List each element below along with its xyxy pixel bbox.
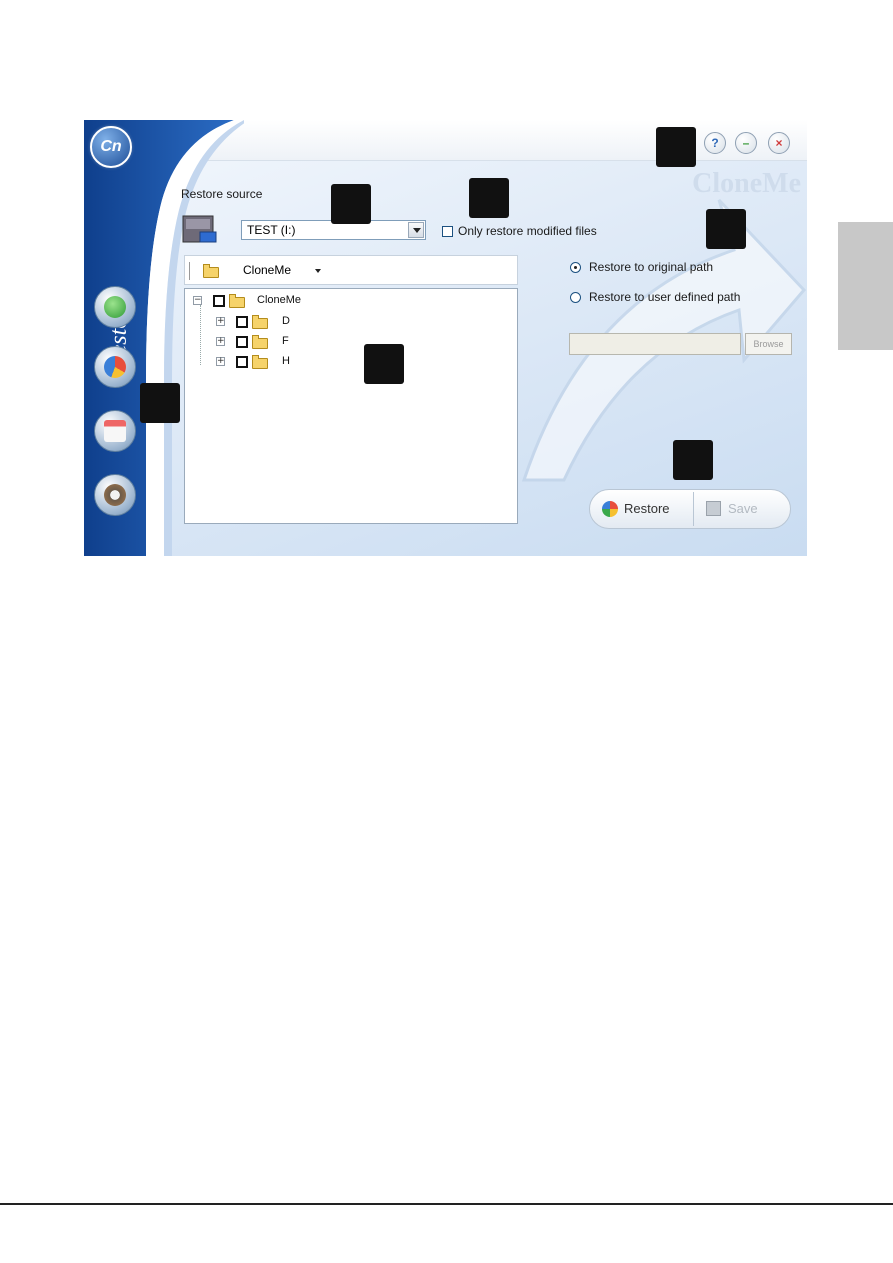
tree-checkbox[interactable] <box>236 316 248 328</box>
callout-marker <box>673 440 713 480</box>
button-divider <box>693 492 694 526</box>
settings-icon <box>104 484 126 506</box>
restore-source-label: Restore source <box>181 187 263 201</box>
save-button[interactable]: Save <box>696 493 786 525</box>
restore-button-label: Restore <box>624 501 670 516</box>
restore-icon <box>602 501 618 517</box>
help-button[interactable]: ? <box>704 132 726 154</box>
browse-button[interactable]: Browse <box>745 333 792 355</box>
schedule-icon <box>104 420 126 442</box>
only-modified-checkbox[interactable] <box>442 226 453 237</box>
drive-select-value: TEST (I:) <box>247 223 296 237</box>
minimize-button[interactable]: – <box>735 132 757 154</box>
current-folder-label: CloneMe <box>243 263 292 277</box>
callout-marker <box>331 184 371 224</box>
only-modified-label: Only restore modified files <box>458 224 597 238</box>
folder-icon <box>252 315 268 329</box>
save-button-label: Save <box>728 501 758 516</box>
chevron-down-icon[interactable] <box>408 222 424 238</box>
folder-icon <box>252 355 268 369</box>
folder-icon <box>229 294 245 308</box>
chevron-down-icon[interactable] <box>315 269 321 273</box>
brand-watermark: CloneMe <box>692 168 801 199</box>
close-button[interactable]: × <box>768 132 790 154</box>
user-path-input[interactable] <box>569 333 741 355</box>
restore-original-label: Restore to original path <box>589 260 714 274</box>
expand-icon[interactable]: + <box>216 317 225 326</box>
footer-rule <box>0 1203 893 1205</box>
backup-icon <box>104 296 126 318</box>
folder-icon <box>252 335 268 349</box>
folder-icon <box>203 264 219 278</box>
drive-icon <box>182 215 217 243</box>
callout-marker <box>656 127 696 167</box>
tree-node[interactable]: F <box>282 335 289 347</box>
expand-icon[interactable]: + <box>216 337 225 346</box>
page-tab <box>838 222 893 350</box>
tree-checkbox[interactable] <box>236 356 248 368</box>
tree-checkbox[interactable] <box>236 336 248 348</box>
tree-checkbox[interactable] <box>213 295 225 307</box>
tree-node-root[interactable]: CloneMe <box>257 294 301 306</box>
sidebar-item-settings[interactable] <box>94 474 136 516</box>
restore-user-path-radio[interactable] <box>570 292 581 303</box>
tree-node[interactable]: H <box>282 355 290 367</box>
folder-tree[interactable]: − CloneMe + D + F + H <box>184 288 518 524</box>
save-icon <box>706 501 721 516</box>
sidebar-item-schedule[interactable] <box>94 410 136 452</box>
restore-icon <box>104 356 126 378</box>
sidebar-item-restore[interactable] <box>94 346 136 388</box>
folder-navigation-bar[interactable]: CloneMe <box>184 255 518 285</box>
app-window: CloneMe Cn Restore ? – × Restore source … <box>84 120 807 556</box>
tree-node[interactable]: D <box>282 315 290 327</box>
callout-marker <box>706 209 746 249</box>
app-logo: Cn <box>90 126 132 168</box>
callout-marker <box>140 383 180 423</box>
callout-marker <box>364 344 404 384</box>
expand-icon[interactable]: + <box>216 357 225 366</box>
restore-button[interactable]: Restore <box>594 493 692 525</box>
tree-guide-line <box>200 305 201 365</box>
callout-marker <box>469 178 509 218</box>
sidebar-item-backup[interactable] <box>94 286 136 328</box>
collapse-icon[interactable]: − <box>193 296 202 305</box>
restore-original-radio[interactable] <box>570 262 581 273</box>
restore-user-path-label: Restore to user defined path <box>589 290 741 304</box>
toolbar-separator <box>189 262 190 280</box>
